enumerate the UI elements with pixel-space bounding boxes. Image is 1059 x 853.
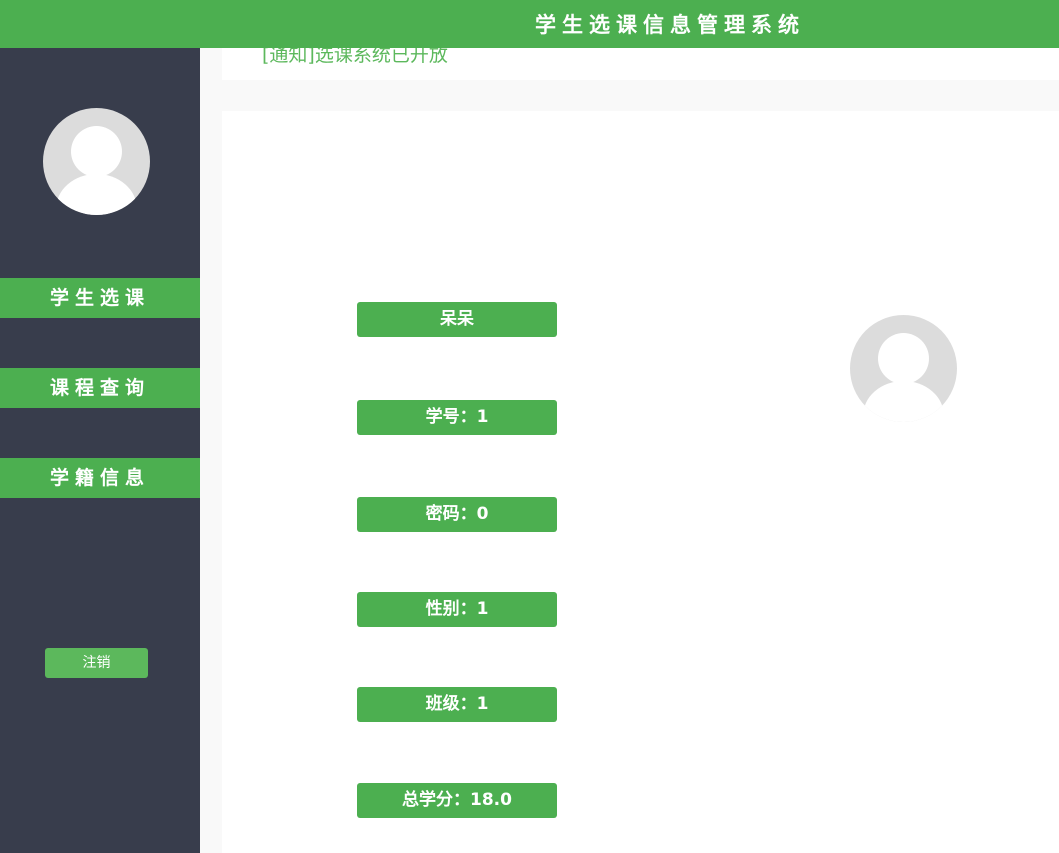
sidebar: 学生选课 课程查询 学籍信息 注销 (0, 48, 200, 853)
logout-button[interactable]: 注销 (45, 648, 148, 678)
class-badge: 班级：1 (357, 687, 557, 722)
student-name-badge: 呆呆 (357, 302, 557, 337)
profile-avatar-icon (850, 315, 957, 422)
sidebar-avatar-icon (43, 108, 150, 215)
gender-badge: 性别：1 (357, 592, 557, 627)
avatar-head-shape (71, 126, 122, 177)
sidebar-item-course-query[interactable]: 课程查询 (0, 368, 200, 408)
student-id-badge: 学号：1 (357, 400, 557, 435)
top-header-bar: 学生选课信息管理系统 (0, 0, 1059, 48)
total-credits-badge: 总学分：18.0 (357, 783, 557, 818)
app-title: 学生选课信息管理系统 (535, 13, 805, 37)
password-badge: 密码：0 (357, 497, 557, 532)
profile-panel: 呆呆 学号：1 密码：0 性别：1 班级：1 总学分：18.0 (222, 111, 1059, 853)
avatar-body-shape (863, 381, 944, 422)
notice-text[interactable]: [通知]选课系统已开放 (262, 48, 448, 67)
sidebar-item-course-selection[interactable]: 学生选课 (0, 278, 200, 318)
notice-bar: [通知]选课系统已开放 (222, 48, 1059, 80)
avatar-head-shape (878, 333, 929, 384)
avatar-body-shape (56, 174, 137, 215)
sidebar-item-student-record[interactable]: 学籍信息 (0, 458, 200, 498)
